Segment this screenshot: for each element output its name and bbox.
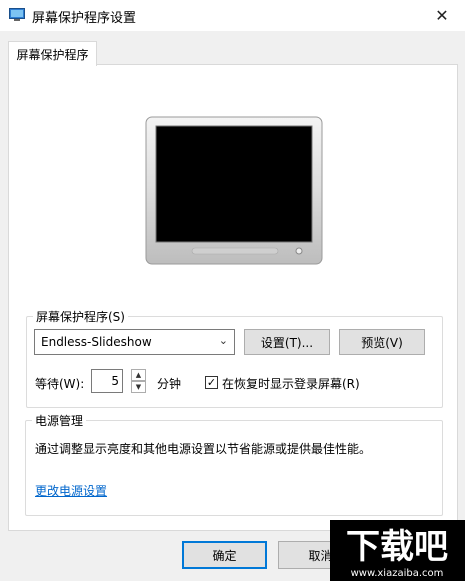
cancel-button-label: 取消 [308, 548, 333, 563]
screensaver-group-legend: 屏幕保护程序(S) [33, 308, 128, 325]
title-bar: 屏幕保护程序设置 ✕ [0, 0, 465, 31]
chevron-down-icon: ⌄ [218, 334, 228, 347]
tab-screensaver[interactable]: 屏幕保护程序 [8, 41, 97, 66]
ok-button[interactable]: 确定 [182, 541, 267, 569]
power-description: 通过调整显示亮度和其他电源设置以节省能源或提供最佳性能。 [35, 442, 372, 456]
spin-up-button[interactable]: ▲ [131, 369, 146, 381]
checkmark-icon: ✓ [206, 376, 217, 389]
settings-button-label: 设置(T)... [260, 335, 314, 350]
watermark-logo: 下载吧 www.xiazaiba.com [330, 520, 465, 581]
power-group: 电源管理 [25, 412, 443, 516]
change-power-settings-link[interactable]: 更改电源设置 [35, 482, 107, 499]
tab-label: 屏幕保护程序 [16, 47, 89, 62]
window-title: 屏幕保护程序设置 [32, 11, 137, 26]
preview-button[interactable]: 预览(V) [339, 329, 425, 355]
screensaver-select-value: Endless-Slideshow [41, 335, 152, 349]
minutes-label: 分钟 [157, 377, 182, 391]
screensaver-select[interactable]: Endless-Slideshow ⌄ [34, 329, 235, 355]
ok-button-label: 确定 [212, 548, 237, 563]
spin-down-button[interactable]: ▼ [131, 381, 146, 393]
preview-button-label: 预览(V) [361, 335, 403, 350]
power-group-legend: 电源管理 [32, 412, 87, 429]
resume-login-label[interactable]: 在恢复时显示登录屏幕(R) [222, 375, 360, 392]
watermark-text: 下载吧 [346, 527, 448, 567]
resume-login-checkbox[interactable]: ✓ [205, 376, 218, 389]
watermark-url: www.xiazaiba.com [351, 568, 444, 579]
wait-minutes-input[interactable]: 5 [91, 369, 123, 393]
monitor-preview-image [145, 116, 323, 265]
close-button[interactable]: ✕ [419, 0, 465, 31]
wait-label: 等待(W): [35, 377, 85, 391]
close-icon: ✕ [435, 6, 449, 25]
settings-button[interactable]: 设置(T)... [244, 329, 330, 355]
display-settings-icon [9, 8, 25, 21]
